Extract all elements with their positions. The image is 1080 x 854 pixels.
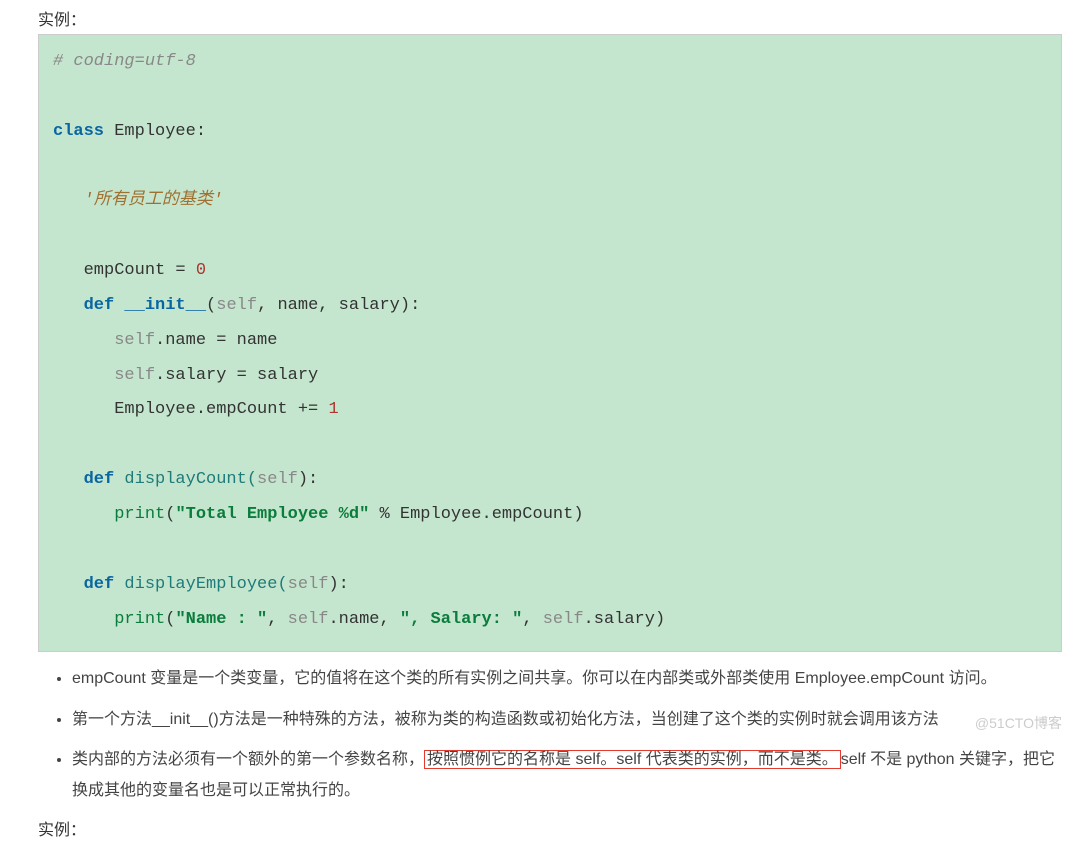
fn-init: __init__ [114, 296, 206, 315]
code-line: empCount = 0 [53, 261, 206, 280]
code-line: print("Total Employee %d" % Employee.emp… [53, 505, 584, 524]
self-ref: self [543, 610, 584, 629]
list-item: empCount 变量是一个类变量，它的值将在这个类的所有实例之间共享。你可以在… [72, 664, 1062, 694]
self-ref: self [114, 366, 155, 385]
code-line: self.name = name [53, 331, 277, 350]
keyword-def: def [53, 296, 114, 315]
builtin-print: print [114, 505, 165, 524]
code-line: def displayEmployee(self): [53, 575, 349, 594]
list-item: 第一个方法__init__()方法是一种特殊的方法，被称为类的构造函数或初始化方… [72, 705, 1062, 735]
heading-bottom: 实例： [38, 816, 1062, 840]
docstring: '所有员工的基类' [53, 191, 223, 210]
code-line: Employee.empCount += 1 [53, 400, 339, 419]
keyword-def: def [53, 470, 114, 489]
string-literal: "Name : " [175, 610, 267, 629]
code-block: # coding=utf-8 class Employee: '所有员工的基类'… [38, 34, 1062, 652]
list-item: 类内部的方法必须有一个额外的第一个参数名称，按照惯例它的名称是 self。sel… [72, 745, 1062, 806]
param-self: self [288, 575, 329, 594]
highlight-box: 按照惯例它的名称是 self。self 代表类的实例，而不是类。 [424, 750, 841, 769]
code-line: print("Name : ", self.name, ", Salary: "… [53, 610, 665, 629]
fn-name: displayCount( [114, 470, 257, 489]
keyword-def: def [53, 575, 114, 594]
text-pre: 类内部的方法必须有一个额外的第一个参数名称， [72, 751, 424, 768]
fn-name: displayEmployee( [114, 575, 287, 594]
heading-top: 实例： [38, 6, 1062, 30]
string-literal: ", Salary: " [400, 610, 522, 629]
bullet-list: empCount 变量是一个类变量，它的值将在这个类的所有实例之间共享。你可以在… [38, 664, 1062, 806]
number-literal: 0 [196, 261, 206, 280]
self-ref: self [114, 331, 155, 350]
number-literal: 1 [328, 400, 338, 419]
string-literal: "Total Employee %d" [175, 505, 369, 524]
param-self: self [216, 296, 257, 315]
self-ref: self [288, 610, 329, 629]
code-line: def displayCount(self): [53, 470, 318, 489]
code-line: def __init__(self, name, salary): [53, 296, 420, 315]
code-line: self.salary = salary [53, 366, 318, 385]
code-line: class Employee: [53, 122, 206, 141]
keyword-class: class [53, 122, 104, 141]
code-line: # coding=utf-8 [53, 52, 196, 71]
builtin-print: print [114, 610, 165, 629]
class-name: Employee: [104, 122, 206, 141]
param-self: self [257, 470, 298, 489]
